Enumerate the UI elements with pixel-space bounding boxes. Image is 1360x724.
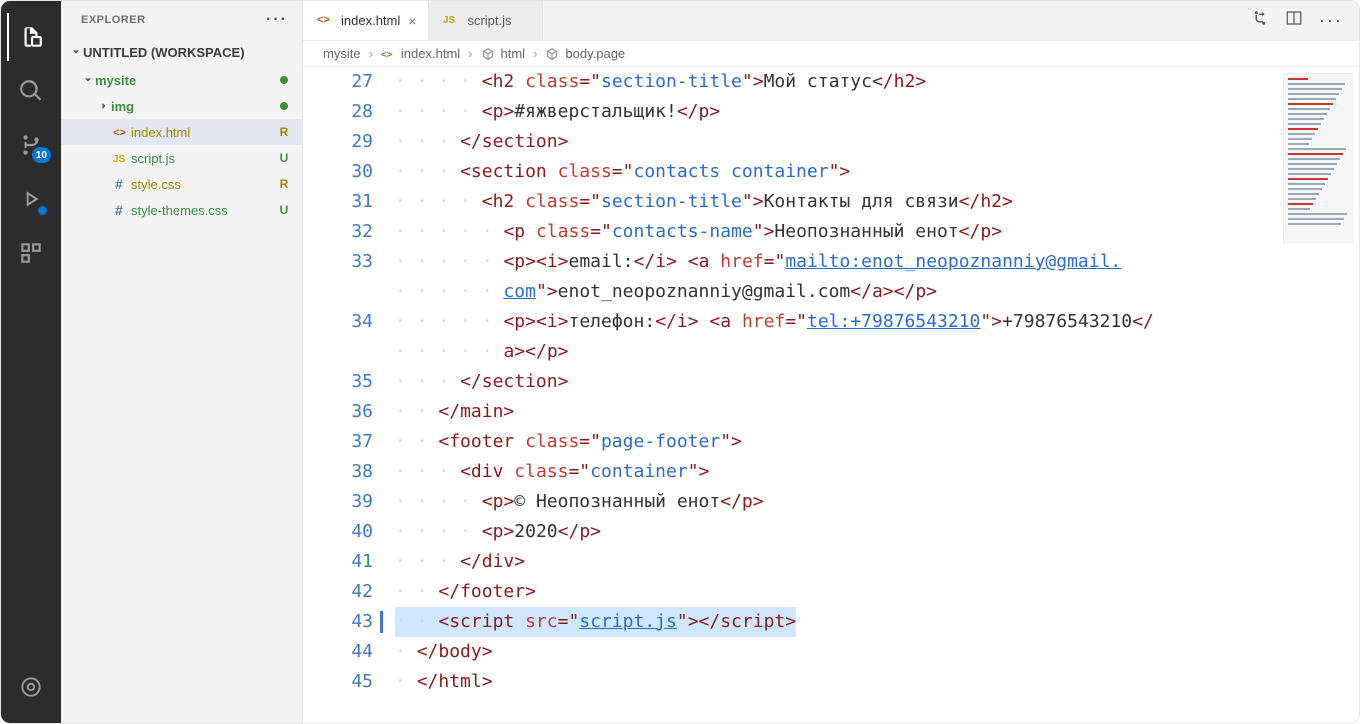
code-line[interactable]: · · · · · <p class="contacts-name">Неопо… xyxy=(395,217,1279,247)
svg-text:<>: <> xyxy=(113,127,126,139)
tree-file[interactable]: #style-themes.cssU xyxy=(61,197,302,223)
tab-label: index.html xyxy=(341,13,400,28)
tree-folder[interactable]: mysite xyxy=(61,67,302,93)
activity-explorer[interactable] xyxy=(7,13,55,61)
activity-scm[interactable]: 10 xyxy=(7,121,55,169)
scm-badge: 10 xyxy=(32,147,51,163)
chevron-right-icon xyxy=(97,100,111,112)
code-line[interactable]: · · · · <p>© Неопознанный енот</p> xyxy=(395,487,1279,517)
tab[interactable]: <> index.html × xyxy=(303,1,429,40)
app-root: 10 EXPLORER ··· UNTITLED (WORKSPACE) mys… xyxy=(0,0,1360,724)
tree-file[interactable]: #style.cssR xyxy=(61,171,302,197)
code-line[interactable]: · · </footer> xyxy=(395,577,1279,607)
code-lines[interactable]: · · · · <h2 class="section-title">Мой ст… xyxy=(395,67,1279,723)
activity-extensions[interactable] xyxy=(7,229,55,277)
code-line[interactable]: · · · · <p>2020</p> xyxy=(395,517,1279,547)
tab[interactable]: JS script.js xyxy=(429,1,542,40)
git-status: R xyxy=(276,125,292,139)
git-status: U xyxy=(276,203,292,217)
svg-text:JS: JS xyxy=(443,15,456,26)
code-line[interactable]: · · · </section> xyxy=(395,127,1279,157)
tab-actions: ··· xyxy=(1235,1,1359,40)
sidebar-more-icon[interactable]: ··· xyxy=(266,11,288,29)
editor-area: <>index.html×JSscript.js ··· mysite›<>in… xyxy=(303,1,1359,723)
svg-text:<>: <> xyxy=(317,14,330,26)
code-line[interactable]: · · · <div class="container"> xyxy=(395,457,1279,487)
code-line[interactable]: · · · · <h2 class="section-title">Контак… xyxy=(395,187,1279,217)
tab-label: script.js xyxy=(467,13,511,28)
breadcrumb-segment[interactable]: html xyxy=(481,46,526,61)
file-icon: JS xyxy=(443,11,459,30)
code-line[interactable]: · · · · · <p><i>email:</i> <a href="mail… xyxy=(395,247,1279,277)
split-editor-icon[interactable] xyxy=(1285,9,1303,32)
code-line[interactable]: · · · · <p>#яжверстальщик!</p> xyxy=(395,97,1279,127)
activity-bottom xyxy=(7,663,55,711)
close-icon[interactable]: × xyxy=(408,14,416,28)
sidebar-root[interactable]: UNTITLED (WORKSPACE) xyxy=(61,39,302,65)
code-line[interactable]: · · <script src="script.js"></script> xyxy=(395,607,1279,637)
compare-icon[interactable] xyxy=(1251,9,1269,32)
activity-lens[interactable] xyxy=(7,663,55,711)
breadcrumb-segment[interactable]: mysite xyxy=(323,46,361,61)
git-status: U xyxy=(276,151,292,165)
sidebar-title: EXPLORER xyxy=(81,14,146,26)
svg-text:JS: JS xyxy=(113,154,126,165)
tab-bar: <> index.html × JS script.js ··· xyxy=(303,1,1359,41)
file-icon: <> xyxy=(111,124,131,140)
code-line[interactable]: · · · </div> xyxy=(395,547,1279,577)
gitlens-icon xyxy=(18,674,44,700)
sidebar: EXPLORER ··· UNTITLED (WORKSPACE) mysite… xyxy=(61,1,303,723)
code-line[interactable]: · </body> xyxy=(395,637,1279,667)
svg-text:#: # xyxy=(115,202,123,218)
tree-file[interactable]: <>index.htmlR xyxy=(61,119,302,145)
chevron-right-icon: › xyxy=(369,46,373,61)
chevron-down-icon xyxy=(69,46,83,58)
file-icon: # xyxy=(111,176,131,192)
code-line[interactable]: · · <footer class="page-footer"> xyxy=(395,427,1279,457)
code-line[interactable]: · · · </section> xyxy=(395,367,1279,397)
sidebar-header: EXPLORER ··· xyxy=(61,1,302,39)
activity-search[interactable] xyxy=(7,67,55,115)
files-icon xyxy=(18,24,44,50)
svg-text:<>: <> xyxy=(381,49,393,60)
more-icon[interactable]: ··· xyxy=(1319,10,1343,31)
svg-text:#: # xyxy=(115,176,123,192)
file-icon: <> xyxy=(317,11,333,30)
code-line[interactable]: · · · <section class="contacts container… xyxy=(395,157,1279,187)
code-line[interactable]: · · · · · com">enot_neopoznanniy@gmail.c… xyxy=(395,277,1279,307)
code-editor[interactable]: 27282930313233 34 3536373839404142434445… xyxy=(303,67,1359,723)
search-icon xyxy=(18,78,44,104)
file-icon: # xyxy=(111,202,131,218)
status-dot-icon xyxy=(276,99,292,113)
file-icon: JS xyxy=(111,150,131,166)
breadcrumb-segment[interactable]: <>index.html xyxy=(381,46,460,61)
breadcrumbs[interactable]: mysite › <>index.html › html › body.page xyxy=(303,41,1359,67)
extensions-icon xyxy=(18,240,44,266)
code-line[interactable]: · · </main> xyxy=(395,397,1279,427)
tree-file[interactable]: JSscript.jsU xyxy=(61,145,302,171)
tree-folder[interactable]: img xyxy=(61,93,302,119)
code-line[interactable]: · · · · <h2 class="section-title">Мой ст… xyxy=(395,67,1279,97)
minimap[interactable] xyxy=(1283,73,1353,243)
status-dot-icon xyxy=(276,73,292,87)
activity-bar: 10 xyxy=(1,1,61,723)
chevron-right-icon: › xyxy=(468,46,472,61)
code-line[interactable]: · · · · · <p><i>телефон:</i> <a href="te… xyxy=(395,307,1279,337)
debug-dot-icon xyxy=(38,206,47,215)
breadcrumb-segment[interactable]: body.page xyxy=(545,46,625,61)
file-tree: mysiteimg<>index.htmlRJSscript.jsU#style… xyxy=(61,65,302,225)
chevron-right-icon: › xyxy=(533,46,537,61)
gutter: 27282930313233 34 3536373839404142434445 xyxy=(303,67,395,723)
activity-debug[interactable] xyxy=(7,175,55,223)
code-line[interactable]: · </html> xyxy=(395,667,1279,697)
git-status: R xyxy=(276,177,292,191)
chevron-down-icon xyxy=(81,74,95,86)
code-line[interactable]: · · · · · a></p> xyxy=(395,337,1279,367)
